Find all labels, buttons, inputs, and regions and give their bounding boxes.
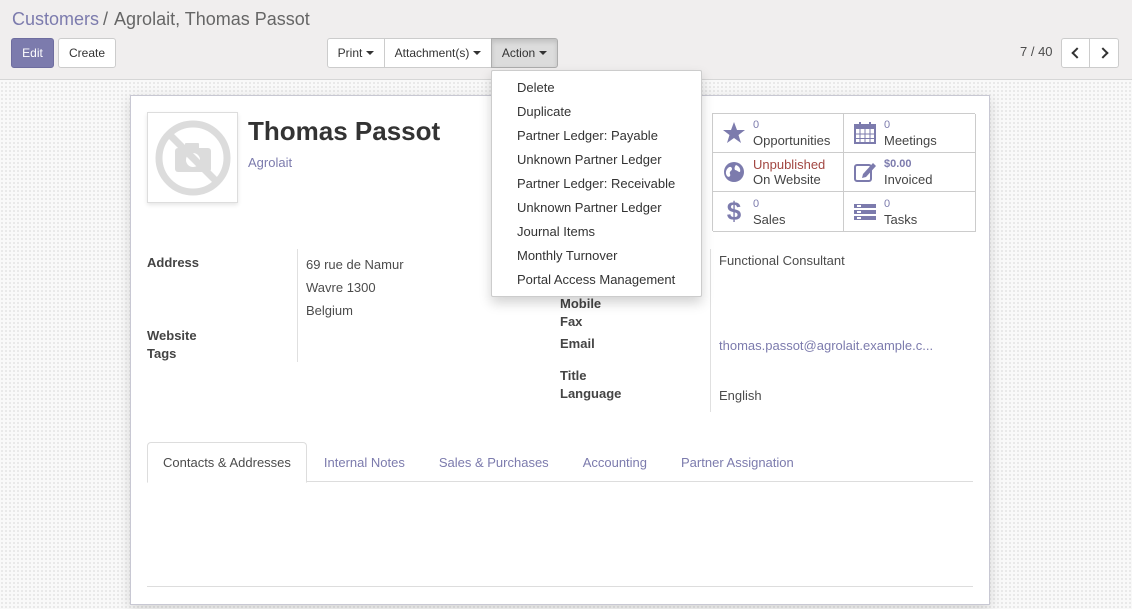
meetings-label: Meetings (884, 133, 937, 148)
tasks-count: 0 (884, 197, 891, 210)
sales-count: 0 (753, 197, 760, 210)
edit-icon (852, 159, 878, 185)
breadcrumb-separator: / (103, 9, 109, 29)
tasks-label: Tasks (884, 211, 918, 227)
language-value: English (719, 388, 762, 403)
menu-item-partner-ledger-receivable[interactable]: Partner Ledger: Receivable (492, 172, 701, 196)
globe-icon (721, 159, 747, 185)
attachments-button-label: Attachment(s) (394, 46, 470, 60)
address-street: 69 rue de Namur (306, 257, 404, 272)
website-label: On Website (753, 172, 821, 187)
tab-sales-purchases[interactable]: Sales & Purchases (422, 442, 566, 482)
partner-name: Thomas Passot (248, 116, 441, 146)
action-button-label: Action (501, 46, 536, 60)
title-label: Title (560, 368, 587, 383)
job-position-value: Functional Consultant (719, 253, 845, 268)
fax-label: Fax (560, 314, 583, 329)
tasks-icon (852, 199, 878, 225)
no-image-icon (155, 120, 230, 195)
menu-item-monthly-turnover[interactable]: Monthly Turnover (492, 244, 701, 268)
email-label: Email (560, 336, 595, 351)
chevron-right-icon (1096, 47, 1109, 59)
website-status: Unpublished (753, 157, 826, 172)
tab-internal-notes[interactable]: Internal Notes (307, 442, 422, 482)
attachments-button[interactable]: Attachment(s) (384, 38, 492, 68)
tab-partner-assignation[interactable]: Partner Assignation (664, 442, 811, 482)
dollar-icon: $ (726, 196, 742, 226)
address-city: Wavre 1300 (306, 280, 376, 295)
menu-item-journal-items[interactable]: Journal Items (492, 220, 701, 244)
breadcrumb: Customers / Agrolait, Thomas Passot (12, 9, 310, 30)
website-button[interactable]: Unpublished On Website (713, 153, 844, 192)
sales-label: Sales (753, 211, 786, 227)
invoiced-amount: $0.00 (884, 158, 912, 170)
breadcrumb-current: Agrolait, Thomas Passot (114, 9, 310, 29)
edit-button[interactable]: Edit (11, 38, 54, 68)
pager-value: 7 / 40 (1020, 44, 1053, 59)
tasks-button[interactable]: 0 Tasks (844, 192, 976, 232)
menu-item-unknown-partner-ledger[interactable]: Unknown Partner Ledger (492, 148, 701, 172)
tags-label: Tags (147, 346, 177, 361)
pager-next-button[interactable] (1089, 38, 1119, 68)
menu-item-portal-access-management[interactable]: Portal Access Management (492, 268, 701, 292)
caret-down-icon (366, 51, 375, 55)
breadcrumb-customers-link[interactable]: Customers (12, 9, 99, 29)
tab-content-divider (147, 586, 973, 587)
website-field-label: Website (147, 328, 197, 343)
control-panel: Customers / Agrolait, Thomas Passot Edit C… (0, 0, 1132, 80)
meetings-count: 0 (884, 119, 891, 131)
language-label: Language (560, 386, 622, 401)
company-link[interactable]: Agrolait (248, 155, 292, 170)
tab-accounting[interactable]: Accounting (566, 442, 664, 482)
caret-down-icon (539, 51, 548, 55)
opportunities-count: 0 (753, 119, 760, 131)
email-link[interactable]: thomas.passot@agrolait.example.c... (719, 338, 933, 353)
smart-buttons: 0 Opportunities 0 Meetings Unpublished O… (712, 113, 976, 232)
field-separator (297, 249, 298, 362)
action-button[interactable]: Action (491, 38, 558, 68)
address-country: Belgium (306, 303, 353, 318)
create-button[interactable]: Create (58, 38, 116, 68)
chevron-left-icon (1071, 47, 1083, 59)
sales-button[interactable]: $ 0 Sales (713, 192, 844, 232)
invoiced-label: Invoiced (884, 172, 933, 187)
notebook-tabs: Contacts & Addresses Internal Notes Sale… (147, 442, 973, 483)
print-button[interactable]: Print (327, 38, 385, 68)
pager-previous-button[interactable] (1061, 38, 1090, 68)
address-label: Address (147, 255, 200, 270)
partner-avatar[interactable] (147, 112, 238, 203)
print-button-label: Print (337, 46, 363, 60)
menu-item-unknown-partner-ledger-2[interactable]: Unknown Partner Ledger (492, 196, 701, 220)
menu-item-partner-ledger-payable[interactable]: Partner Ledger: Payable (492, 124, 701, 148)
mobile-label: Mobile (560, 296, 602, 311)
field-separator (710, 249, 711, 412)
caret-down-icon (473, 51, 482, 55)
star-icon (721, 120, 747, 146)
action-dropdown-menu: Delete Duplicate Partner Ledger: Payable… (491, 70, 702, 297)
calendar-icon (852, 120, 878, 146)
meetings-button[interactable]: 0 Meetings (844, 114, 976, 153)
tab-contacts-addresses[interactable]: Contacts & Addresses (147, 442, 307, 483)
opportunities-button[interactable]: 0 Opportunities (713, 114, 844, 153)
opportunities-label: Opportunities (753, 133, 831, 148)
invoiced-button[interactable]: $0.00 Invoiced (844, 153, 976, 192)
menu-item-duplicate[interactable]: Duplicate (492, 100, 701, 124)
menu-item-delete[interactable]: Delete (492, 76, 701, 100)
